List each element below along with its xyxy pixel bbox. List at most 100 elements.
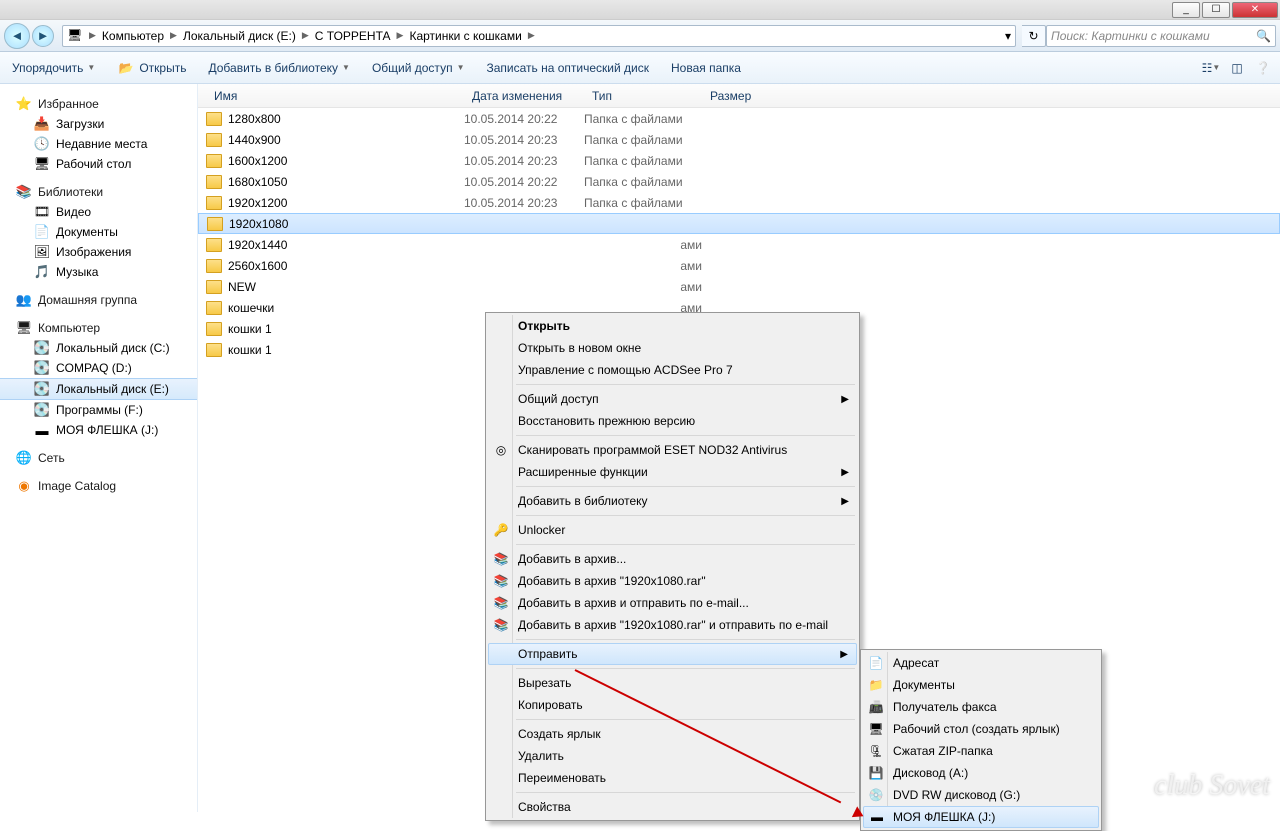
back-button[interactable]: ◄ (4, 23, 30, 49)
preview-pane-button[interactable]: ◫ (1228, 59, 1246, 77)
menu-item[interactable]: 📠Получатель факса (863, 696, 1099, 718)
menu-item[interactable]: Копировать (488, 694, 857, 716)
folder-icon (206, 280, 222, 294)
share-button[interactable]: Общий доступ▼ (368, 59, 469, 77)
sidebar-image-catalog[interactable]: ◉Image Catalog (0, 476, 197, 496)
breadcrumb-torrent[interactable]: С ТОРРЕНТА (311, 29, 395, 43)
maximize-button[interactable]: ☐ (1202, 2, 1230, 18)
menu-item[interactable]: Создать ярлык (488, 723, 857, 745)
address-dropdown-icon[interactable]: ▾ (1001, 29, 1015, 43)
menu-label: Открыть в новом окне (518, 341, 641, 355)
sidebar-item-disk-e[interactable]: 💽Локальный диск (E:) (0, 378, 197, 400)
column-date[interactable]: Дата изменения (464, 89, 584, 103)
sidebar-item-disk-f[interactable]: 💽Программы (F:) (0, 400, 197, 420)
breadcrumb-computer[interactable]: Компьютер (98, 29, 168, 43)
search-input[interactable]: Поиск: Картинки с кошками 🔍 (1046, 25, 1276, 47)
table-row[interactable]: 1920x1080 (198, 213, 1280, 234)
table-row[interactable]: 1920x1440ами (198, 234, 1280, 255)
sidebar-item-images[interactable]: 🖼Изображения (0, 242, 197, 262)
menu-item[interactable]: Общий доступ▶ (488, 388, 857, 410)
menu-label: Добавить в архив и отправить по e-mail..… (518, 596, 749, 610)
column-size[interactable]: Размер (702, 89, 782, 103)
table-row[interactable]: 2560x1600ами (198, 255, 1280, 276)
add-to-library-button[interactable]: Добавить в библиотеку▼ (204, 59, 353, 77)
menu-item[interactable]: 🖥Рабочий стол (создать ярлык) (863, 718, 1099, 740)
view-options-button[interactable]: ☷ ▼ (1202, 59, 1220, 77)
sidebar-item-disk-d[interactable]: 💽COMPAQ (D:) (0, 358, 197, 378)
file-date: 10.05.2014 20:22 (464, 112, 584, 126)
sidebar-network[interactable]: 🌐Сеть (0, 448, 197, 468)
breadcrumb-cats[interactable]: Картинки с кошками (405, 29, 525, 43)
menu-item[interactable]: ▬МОЯ ФЛЕШКА (J:) (863, 806, 1099, 828)
column-name[interactable]: Имя (206, 89, 464, 103)
menu-item[interactable]: Удалить (488, 745, 857, 767)
sidebar-item-disk-c[interactable]: 💽Локальный диск (C:) (0, 338, 197, 358)
menu-icon: 📚 (493, 551, 509, 567)
menu-item[interactable]: Управление с помощью ACDSee Pro 7 (488, 359, 857, 381)
new-folder-button[interactable]: Новая папка (667, 59, 745, 77)
menu-item[interactable]: Свойства (488, 796, 857, 818)
menu-item[interactable]: Открыть (488, 315, 857, 337)
organize-button[interactable]: Упорядочить▼ (8, 59, 99, 77)
menu-item[interactable]: 📚Добавить в архив "1920x1080.rar" и отпр… (488, 614, 857, 636)
open-button[interactable]: 📂Открыть (113, 57, 190, 79)
refresh-button[interactable]: ↻ (1022, 25, 1046, 47)
close-button[interactable]: ✕ (1232, 2, 1278, 18)
table-row[interactable]: 1920x120010.05.2014 20:23Папка с файлами (198, 192, 1280, 213)
file-type: Папка с файлами (584, 154, 702, 168)
menu-item[interactable]: 📚Добавить в архив и отправить по e-mail.… (488, 592, 857, 614)
search-icon[interactable]: 🔍 (1256, 29, 1271, 43)
breadcrumb-disk-e[interactable]: Локальный диск (E:) (179, 29, 300, 43)
star-icon: ⭐ (16, 96, 32, 112)
sidebar-computer[interactable]: 🖥Компьютер (0, 318, 197, 338)
menu-item[interactable]: 📚Добавить в архив "1920x1080.rar" (488, 570, 857, 592)
menu-item[interactable]: 📄Адресат (863, 652, 1099, 674)
help-button[interactable]: ❔ (1254, 59, 1272, 77)
desktop-icon: 🖥 (34, 156, 50, 172)
table-row[interactable]: 1440x90010.05.2014 20:23Папка с файлами (198, 129, 1280, 150)
menu-item[interactable]: Переименовать (488, 767, 857, 789)
sidebar-item-desktop[interactable]: 🖥Рабочий стол (0, 154, 197, 174)
menu-item[interactable]: Расширенные функции▶ (488, 461, 857, 483)
drive-icon: 💽 (34, 360, 50, 376)
file-date: 10.05.2014 20:22 (464, 175, 584, 189)
menu-item[interactable]: 💾Дисковод (A:) (863, 762, 1099, 784)
sidebar-libraries[interactable]: 📚Библиотеки (0, 182, 197, 202)
forward-button[interactable]: ► (32, 25, 54, 47)
chevron-right-icon: ▶ (300, 30, 311, 41)
menu-item[interactable]: Вырезать (488, 672, 857, 694)
table-row[interactable]: NEWами (198, 276, 1280, 297)
menu-label: Общий доступ (518, 392, 599, 406)
table-row[interactable]: 1680x105010.05.2014 20:22Папка с файлами (198, 171, 1280, 192)
sidebar-item-flash-j[interactable]: ▬МОЯ ФЛЕШКА (J:) (0, 420, 197, 440)
sidebar-item-video[interactable]: 🎞Видео (0, 202, 197, 222)
send-to-submenu: 📄Адресат📁Документы📠Получатель факса🖥Рабо… (860, 649, 1102, 831)
menu-item[interactable]: ◎Сканировать программой ESET NOD32 Antiv… (488, 439, 857, 461)
sidebar-item-recent[interactable]: 🕓Недавние места (0, 134, 197, 154)
sidebar-item-downloads[interactable]: 📥Загрузки (0, 114, 197, 134)
menu-item[interactable]: 💿DVD RW дисковод (G:) (863, 784, 1099, 806)
menu-item[interactable]: 📁Документы (863, 674, 1099, 696)
computer-icon: 🖥 (67, 28, 83, 44)
menu-item[interactable]: Отправить▶ (488, 643, 857, 665)
column-type[interactable]: Тип (584, 89, 702, 103)
sidebar-favorites[interactable]: ⭐Избранное (0, 94, 197, 114)
menu-item[interactable]: Добавить в библиотеку▶ (488, 490, 857, 512)
menu-label: Вырезать (518, 676, 571, 690)
menu-item[interactable]: Открыть в новом окне (488, 337, 857, 359)
sidebar-item-documents[interactable]: 📄Документы (0, 222, 197, 242)
menu-item[interactable]: Восстановить прежнюю версию (488, 410, 857, 432)
sidebar-homegroup[interactable]: 👥Домашняя группа (0, 290, 197, 310)
menu-label: Дисковод (A:) (893, 766, 968, 780)
minimize-button[interactable]: _ (1172, 2, 1200, 18)
menu-item[interactable]: 📚Добавить в архив... (488, 548, 857, 570)
address-bar[interactable]: 🖥 ▶ Компьютер ▶ Локальный диск (E:) ▶ С … (62, 25, 1016, 47)
sidebar-item-music[interactable]: 🎵Музыка (0, 262, 197, 282)
burn-button[interactable]: Записать на оптический диск (482, 59, 653, 77)
menu-icon: 📠 (868, 699, 884, 715)
video-icon: 🎞 (34, 204, 50, 220)
menu-item[interactable]: 🔑Unlocker (488, 519, 857, 541)
table-row[interactable]: 1280x80010.05.2014 20:22Папка с файлами (198, 108, 1280, 129)
table-row[interactable]: 1600x120010.05.2014 20:23Папка с файлами (198, 150, 1280, 171)
menu-item[interactable]: 🗜Сжатая ZIP-папка (863, 740, 1099, 762)
